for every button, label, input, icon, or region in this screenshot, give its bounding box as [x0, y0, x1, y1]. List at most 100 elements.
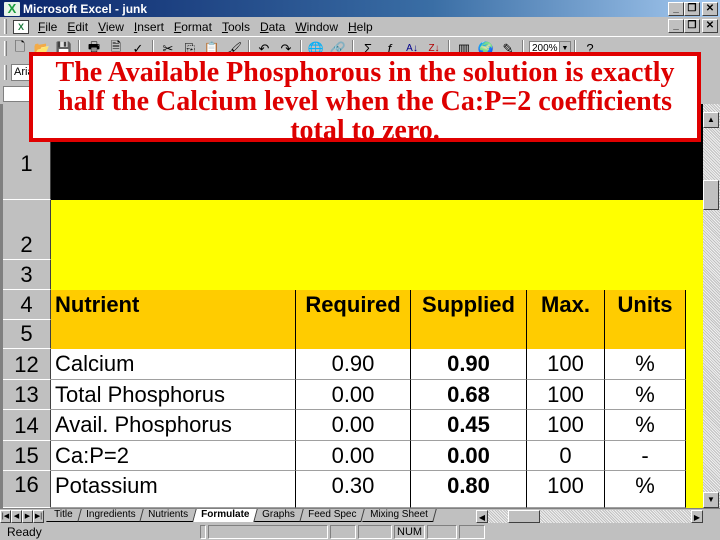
- close-button[interactable]: ✕: [702, 2, 718, 16]
- restore-button[interactable]: ❐: [684, 2, 700, 16]
- status-text: Ready: [7, 524, 42, 539]
- last-sheet-button[interactable]: ▶|: [33, 509, 44, 523]
- document-icon[interactable]: X: [13, 19, 29, 34]
- nutrient-cell[interactable]: Ca:P=2: [51, 441, 296, 471]
- units-cell[interactable]: %: [605, 349, 686, 380]
- menu-file[interactable]: File: [33, 20, 62, 34]
- menu-help[interactable]: Help: [343, 20, 378, 34]
- scroll-right-button[interactable]: ▶: [691, 510, 703, 523]
- vertical-scroll-thumb[interactable]: [703, 180, 719, 210]
- row-header[interactable]: 3: [3, 260, 51, 290]
- scroll-down-button[interactable]: ▼: [703, 492, 719, 508]
- row-header[interactable]: 14: [3, 410, 51, 441]
- row-cells: Total Phosphorus 0.00 0.68 100 %: [51, 380, 703, 410]
- supplied-cell[interactable]: 0.00: [411, 441, 527, 471]
- row-header[interactable]: 2: [3, 200, 51, 260]
- nutrient-cell[interactable]: Avail. Phosphorus: [51, 410, 296, 441]
- menu-insert[interactable]: Insert: [129, 20, 169, 34]
- header-blank-cell[interactable]: [605, 320, 686, 349]
- header-required[interactable]: Required: [296, 290, 411, 320]
- row-header[interactable]: 12: [3, 349, 51, 380]
- toolbar-grip[interactable]: [4, 64, 7, 80]
- row-header[interactable]: 15: [3, 441, 51, 471]
- supplied-cell[interactable]: 0.68: [411, 380, 527, 410]
- annotation-callout: The Available Phosphorous in the solutio…: [29, 52, 701, 145]
- max-cell[interactable]: 100: [527, 471, 605, 508]
- tab-mixing-sheet[interactable]: Mixing Sheet: [361, 509, 437, 522]
- header-blank-cell[interactable]: [411, 320, 527, 349]
- doc-restore-button[interactable]: ❐: [684, 19, 700, 33]
- scroll-up-button[interactable]: ▲: [703, 112, 719, 128]
- supplied-cell[interactable]: 0.90: [411, 349, 527, 380]
- prev-sheet-button[interactable]: ◀: [11, 509, 22, 523]
- nutrient-cell[interactable]: Total Phosphorus: [51, 380, 296, 410]
- header-blank-cell[interactable]: [527, 320, 605, 349]
- horizontal-scroll-thumb[interactable]: [508, 510, 540, 523]
- max-cell[interactable]: 0: [527, 441, 605, 471]
- supplied-cell[interactable]: 0.45: [411, 410, 527, 441]
- first-sheet-button[interactable]: |◀: [0, 509, 11, 523]
- doc-minimize-button[interactable]: _: [668, 19, 684, 33]
- new-icon[interactable]: 🗋: [11, 39, 29, 58]
- menu-window[interactable]: Window: [290, 20, 343, 34]
- tab-nutrients[interactable]: Nutrients: [140, 509, 197, 522]
- sheet-tabs-bar: |◀ ◀ ▶ ▶| Title Ingredients Nutrients Fo…: [0, 508, 720, 523]
- units-cell[interactable]: %: [605, 471, 686, 508]
- row-header[interactable]: 4: [3, 290, 51, 320]
- nutrient-cell[interactable]: Potassium: [51, 471, 296, 508]
- table-row: 12 Calcium 0.90 0.90 100 %: [3, 349, 703, 380]
- header-supplied[interactable]: Supplied: [411, 290, 527, 320]
- max-cell[interactable]: 100: [527, 410, 605, 441]
- menu-data[interactable]: Data: [255, 20, 290, 34]
- header-cells: Nutrient Required Supplied Max. Units: [51, 290, 703, 320]
- header-blank-cell[interactable]: [51, 320, 296, 349]
- tab-formulate[interactable]: Formulate: [193, 509, 259, 522]
- tab-ingredients[interactable]: Ingredients: [77, 509, 144, 522]
- tab-label: Formulate: [201, 509, 250, 520]
- status-bar: Ready NUM: [0, 523, 720, 540]
- yellow-margin: [686, 471, 703, 508]
- tab-feed-spec[interactable]: Feed Spec: [300, 509, 366, 522]
- vertical-scrollbar[interactable]: ▲ ▼: [703, 104, 720, 508]
- yellow-band[interactable]: [51, 200, 703, 260]
- required-cell[interactable]: 0.00: [296, 380, 411, 410]
- menu-edit[interactable]: Edit: [62, 20, 93, 34]
- minimize-button[interactable]: _: [668, 2, 684, 16]
- yellow-band[interactable]: [51, 260, 703, 290]
- yellow-margin: [686, 349, 703, 380]
- header-row: 4 Nutrient Required Supplied Max. Units: [3, 290, 703, 320]
- required-cell[interactable]: 0.00: [296, 410, 411, 441]
- header-max[interactable]: Max.: [527, 290, 605, 320]
- max-cell[interactable]: 100: [527, 380, 605, 410]
- supplied-cell[interactable]: 0.80: [411, 471, 527, 508]
- tab-graphs[interactable]: Graphs: [254, 509, 304, 522]
- menu-format[interactable]: Format: [169, 20, 217, 34]
- tab-label: Title: [54, 509, 73, 520]
- toolbar-grip[interactable]: [4, 19, 7, 34]
- scroll-left-button[interactable]: ◀: [476, 510, 488, 523]
- required-cell[interactable]: 0.30: [296, 471, 411, 508]
- status-panel: [200, 524, 206, 539]
- menu-tools[interactable]: Tools: [217, 20, 255, 34]
- header-units[interactable]: Units: [605, 290, 686, 320]
- toolbar-grip[interactable]: [4, 41, 7, 56]
- units-cell[interactable]: %: [605, 410, 686, 441]
- row-header[interactable]: 13: [3, 380, 51, 410]
- menu-view[interactable]: View: [93, 20, 129, 34]
- units-cell[interactable]: %: [605, 380, 686, 410]
- num-lock-indicator: NUM: [394, 524, 426, 539]
- next-sheet-button[interactable]: ▶: [22, 509, 33, 523]
- units-cell[interactable]: -: [605, 441, 686, 471]
- row-header[interactable]: 5: [3, 320, 51, 349]
- row-header[interactable]: 16: [3, 471, 51, 508]
- tab-label: Feed Spec: [308, 509, 357, 520]
- nutrient-cell[interactable]: Calcium: [51, 349, 296, 380]
- required-cell[interactable]: 0.00: [296, 441, 411, 471]
- header-nutrient[interactable]: Nutrient: [51, 290, 296, 320]
- tab-title[interactable]: Title: [46, 509, 82, 522]
- header-blank-cell[interactable]: [296, 320, 411, 349]
- required-cell[interactable]: 0.90: [296, 349, 411, 380]
- horizontal-scrollbar[interactable]: ◀ ▶: [476, 510, 703, 523]
- doc-close-button[interactable]: ✕: [702, 19, 718, 33]
- max-cell[interactable]: 100: [527, 349, 605, 380]
